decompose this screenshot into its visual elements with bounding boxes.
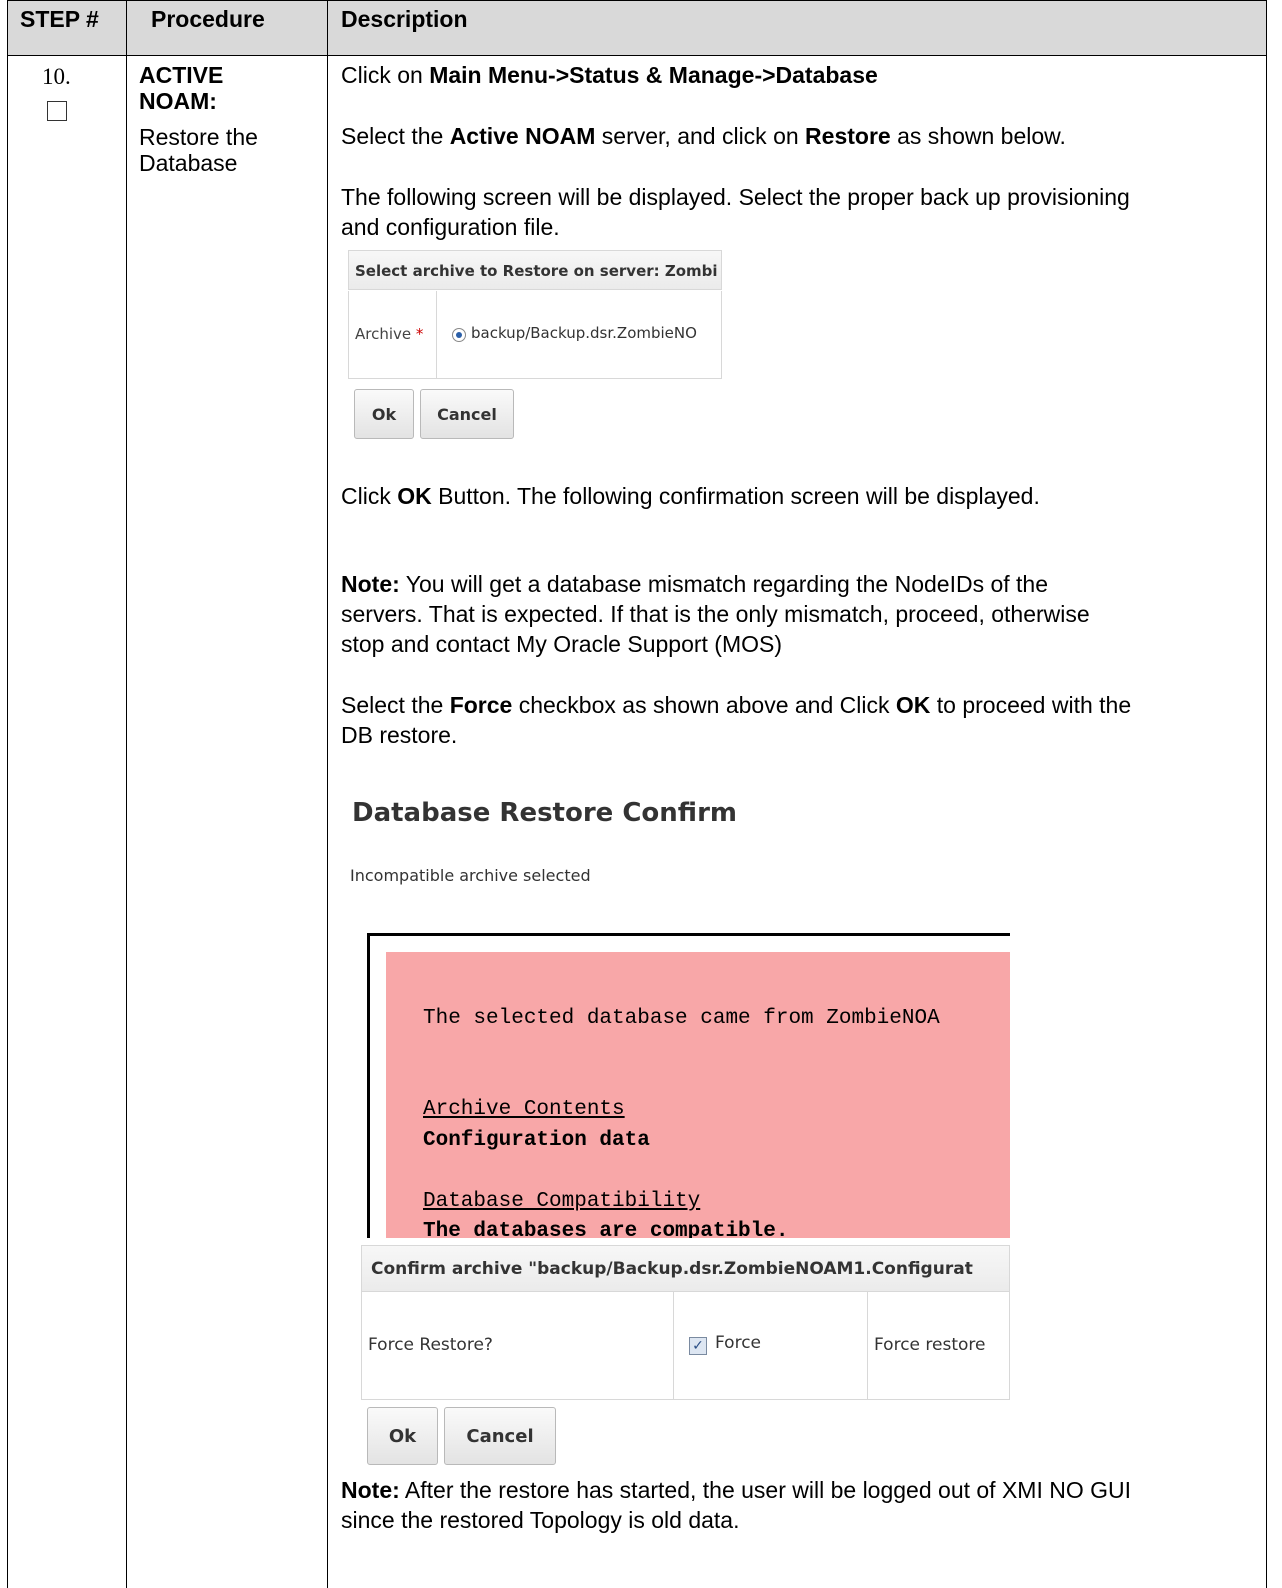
- header-procedure: Procedure: [151, 6, 265, 32]
- table-divider-step: [126, 0, 127, 1588]
- procedure-title: ACTIVE NOAM:: [139, 62, 224, 114]
- restore-archive-dialog: Select archive to Restore on server: Zom…: [348, 250, 724, 380]
- force-restore-row: Force Restore? ✓ Force Force restore: [361, 1292, 1010, 1400]
- confirm-archive-title: Confirm archive "backup/Backup.dsr.Zombi…: [361, 1245, 1010, 1292]
- procedure-subtitle: Restore the Database: [139, 124, 258, 176]
- instruction-select-server: Select the Active NOAM server, and click…: [341, 123, 1066, 149]
- force-restore-label: Force Restore?: [368, 1335, 493, 1355]
- force-checkbox-label: Force: [715, 1333, 761, 1353]
- compatibility-report-frame: The selected database came from ZombieNO…: [367, 933, 1010, 1238]
- report-archive-contents-label: Archive Contents: [423, 1098, 625, 1121]
- confirm-ok-button[interactable]: Ok: [367, 1407, 438, 1465]
- force-checkbox[interactable]: ✓: [689, 1337, 707, 1355]
- restore-dialog-title: Select archive to Restore on server: Zom…: [348, 250, 722, 290]
- archive-row: Archive * backup/Backup.dsr.ZombieNO: [348, 291, 722, 379]
- archive-value: backup/Backup.dsr.ZombieNO: [471, 324, 697, 342]
- instruction-force: Select the Force checkbox as shown above…: [341, 692, 1132, 748]
- restore-confirm-title: Database Restore Confirm: [352, 798, 737, 828]
- instruction-select-file: The following screen will be displayed. …: [341, 184, 1130, 240]
- table-border-left: [7, 0, 8, 1588]
- note-logout: Note: After the restore has started, the…: [341, 1477, 1132, 1533]
- restore-cancel-button[interactable]: Cancel: [420, 389, 514, 439]
- report-compatibility-value: The databases are compatible.: [423, 1220, 789, 1238]
- table-border-right: [1266, 0, 1267, 1588]
- table-header-divider: [7, 55, 1267, 56]
- table-divider-procedure: [327, 0, 328, 1588]
- report-archive-contents-value: Configuration data: [423, 1129, 650, 1152]
- header-description: Description: [341, 6, 468, 32]
- archive-label: Archive *: [355, 325, 424, 343]
- instruction-main-menu: Click on Main Menu->Status & Manage->Dat…: [341, 62, 878, 88]
- step-checkbox-icon[interactable]: [47, 101, 67, 121]
- report-compatibility-label: Database Compatibility: [423, 1190, 701, 1213]
- table-border-top: [7, 0, 1267, 1]
- report-source-line: The selected database came from ZombieNO…: [423, 1007, 940, 1030]
- restore-ok-button[interactable]: Ok: [354, 389, 414, 439]
- confirm-cancel-button[interactable]: Cancel: [444, 1407, 556, 1465]
- note-mismatch: Note: You will get a database mismatch r…: [341, 571, 1090, 657]
- header-step: STEP #: [20, 6, 99, 32]
- compatibility-report: The selected database came from ZombieNO…: [386, 952, 1010, 1238]
- force-restore-description: Force restore: [874, 1335, 986, 1355]
- restore-confirm-subtitle: Incompatible archive selected: [350, 866, 591, 885]
- instruction-click-ok: Click OK Button. The following confirmat…: [341, 483, 1040, 509]
- step-number: 10.: [42, 64, 71, 89]
- archive-radio[interactable]: [452, 328, 466, 342]
